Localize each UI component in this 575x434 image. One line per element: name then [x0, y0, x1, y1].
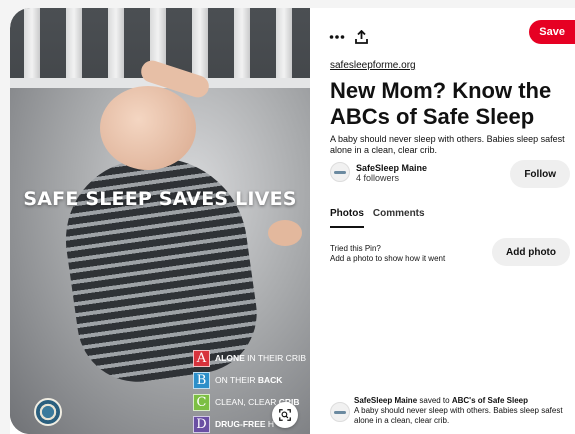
pin-image[interactable]: SAFE SLEEP SAVES LIVES A ALONE IN THEIR … — [10, 8, 310, 434]
more-horizontal-icon — [329, 35, 345, 39]
abc-text: DRUG-FREE H — [215, 419, 275, 429]
follow-button[interactable]: Follow — [510, 160, 570, 188]
abc-letter: A — [193, 349, 210, 367]
abc-letter: D — [193, 415, 210, 433]
add-photo-button[interactable]: Add photo — [492, 238, 570, 266]
abc-text: ALONE IN THEIR CRIB — [215, 353, 306, 363]
save-button[interactable]: Save — [529, 20, 575, 44]
abc-item: B ON THEIR BACK — [193, 370, 306, 390]
pin-details: Save safesleepforme.org New Mom? Know th… — [329, 8, 575, 434]
activity-user[interactable]: SafeSleep Maine — [354, 396, 417, 405]
activity-line: SafeSleep Maine saved to ABC's of Safe S… — [354, 396, 528, 405]
creator-avatar[interactable] — [330, 162, 350, 182]
tried-prompt: Tried this Pin? Add a photo to show how … — [330, 244, 445, 264]
abc-letter: C — [193, 393, 210, 411]
activity-avatar[interactable] — [330, 402, 350, 422]
activity-description: A baby should never sleep with others. B… — [354, 406, 563, 425]
visual-search-button[interactable] — [272, 402, 298, 428]
activity-board[interactable]: ABC's of Safe Sleep — [452, 396, 528, 405]
abc-item: A ALONE IN THEIR CRIB — [193, 348, 306, 368]
abc-text: ON THEIR BACK — [215, 375, 283, 385]
share-button[interactable] — [348, 24, 374, 50]
tab-photos[interactable]: Photos — [330, 208, 364, 228]
maine-seal-icon — [34, 398, 62, 426]
pin-title: New Mom? Know the ABCs of Safe Sleep — [330, 78, 552, 129]
source-link[interactable]: safesleepforme.org — [330, 60, 416, 71]
tried-title: Tried this Pin? — [330, 244, 381, 253]
baby-head — [100, 86, 196, 170]
pin-description: A baby should never sleep with others. B… — [330, 134, 565, 155]
pin-tabs: Photos Comments — [330, 208, 434, 228]
image-headline: SAFE SLEEP SAVES LIVES — [23, 188, 297, 210]
creator-row: SafeSleep Maine 4 followers Follow — [330, 158, 575, 188]
share-icon — [354, 30, 368, 44]
pin-card: SAFE SLEEP SAVES LIVES A ALONE IN THEIR … — [10, 8, 575, 434]
creator-name[interactable]: SafeSleep Maine — [356, 163, 427, 173]
baby-hand — [268, 220, 302, 246]
creator-followers: 4 followers — [356, 173, 400, 183]
tab-comments[interactable]: Comments — [373, 208, 425, 228]
abc-letter: B — [193, 371, 210, 389]
lens-icon — [279, 409, 291, 421]
more-options-button[interactable] — [324, 24, 350, 50]
tried-subtitle: Add a photo to show how it went — [330, 254, 446, 263]
